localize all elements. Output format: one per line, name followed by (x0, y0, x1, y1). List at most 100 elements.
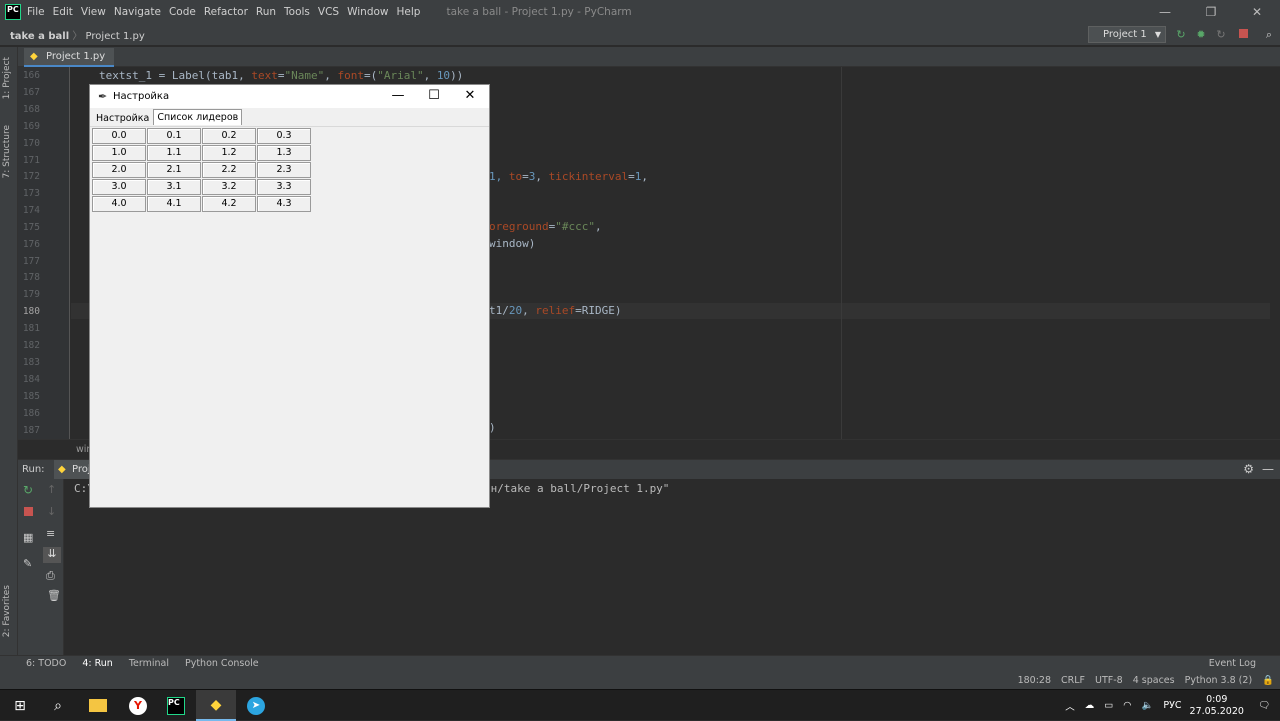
start-button[interactable]: ⊞ (0, 690, 40, 721)
menu-run[interactable]: Run (256, 6, 276, 18)
pycharm-icon: PC (167, 696, 185, 715)
line-number: 185 (22, 391, 40, 402)
menu-help[interactable]: Help (397, 6, 421, 18)
taskbar-telegram[interactable]: ➤ (236, 690, 276, 721)
restore-button[interactable]: ❐ (1188, 0, 1234, 24)
breadcrumb-file[interactable]: Project 1.py (86, 31, 145, 42)
folder-icon (89, 699, 107, 712)
tk-close-button[interactable]: ✕ (452, 85, 488, 108)
down-arrow-icon[interactable]: ↓ (47, 505, 56, 518)
up-arrow-icon[interactable]: ↑ (47, 483, 56, 496)
tab-label: Project 1.py (46, 51, 106, 62)
tab-settings[interactable]: Настройка (92, 110, 153, 125)
run-config-dropdown[interactable]: Project 1 ▼ (1088, 26, 1166, 43)
debug-icon[interactable]: ✹ (1194, 28, 1208, 42)
grid-cell: 4.2 (202, 196, 256, 212)
python-icon: ◆ (58, 464, 66, 475)
grid-cell: 0.3 (257, 128, 311, 144)
chevron-down-icon: ▼ (1154, 30, 1161, 39)
todo-tool-button[interactable]: 6: TODO (26, 658, 66, 669)
grid-cell: 3.3 (257, 179, 311, 195)
volume-icon[interactable]: 🔈 (1142, 700, 1154, 711)
menu-window[interactable]: Window (347, 6, 388, 18)
interpreter[interactable]: Python 3.8 (2) (1185, 675, 1253, 686)
caret-position[interactable]: 180:28 (1018, 675, 1051, 686)
menu-edit[interactable]: Edit (53, 6, 73, 18)
ide-title-bar: PC File Edit View Navigate Code Refactor… (0, 0, 1280, 24)
trash-icon[interactable]: 🗑 (47, 589, 61, 602)
gear-icon[interactable]: ⚙ (1243, 462, 1254, 476)
pin-icon[interactable]: ✎ (23, 557, 32, 570)
taskbar-yandex[interactable]: Y (118, 690, 158, 721)
python-icon: ◆ (210, 696, 222, 713)
indent-setting[interactable]: 4 spaces (1133, 675, 1175, 686)
rerun-icon[interactable]: ↻ (1174, 28, 1188, 42)
line-number: 166 (22, 70, 40, 81)
status-bar: 6: TODO 4: Run Terminal Python Console E… (0, 655, 1280, 689)
taskbar-search[interactable]: ⌕ (38, 690, 78, 721)
print-icon[interactable]: ⎙ (46, 569, 55, 583)
right-margin-guide (841, 67, 842, 439)
menu-tools[interactable]: Tools (284, 6, 310, 18)
minimize-button[interactable]: — (1142, 0, 1188, 24)
stop-icon[interactable] (24, 507, 33, 516)
line-number: 179 (22, 289, 40, 300)
line-number: 172 (22, 171, 40, 182)
tab-leaderboard[interactable]: Список лидеров (153, 109, 243, 125)
editor-tab-bar: ◆ Project 1.py (18, 47, 1280, 67)
event-log-button[interactable]: Event Log (1209, 658, 1256, 669)
language-indicator[interactable]: РУС (1163, 700, 1181, 711)
line-number: 186 (22, 408, 40, 419)
network-icon[interactable]: ▭ (1104, 700, 1113, 711)
notifications-icon[interactable]: 🗨 (1258, 700, 1270, 711)
windows-logo-icon: ⊞ (14, 697, 26, 714)
menu-file[interactable]: File (27, 6, 45, 18)
python-console-tool-button[interactable]: Python Console (185, 658, 259, 669)
line-separator[interactable]: CRLF (1061, 675, 1085, 686)
menu-code[interactable]: Code (169, 6, 196, 18)
breadcrumb-project[interactable]: take a ball (10, 31, 69, 42)
cloud-icon[interactable]: ☁ (1085, 700, 1095, 711)
hide-panel-icon[interactable]: — (1262, 462, 1274, 476)
wifi-icon[interactable]: ◠ (1123, 700, 1131, 711)
taskbar-python[interactable]: ◆ (196, 690, 236, 721)
taskbar-pycharm[interactable]: PC (156, 690, 196, 721)
clock-time: 0:09 (1206, 693, 1228, 705)
line-number: 181 (22, 323, 40, 334)
grid-cell: 0.2 (202, 128, 256, 144)
project-tool-button[interactable]: 1: Project (2, 57, 12, 99)
soft-wrap-icon[interactable]: ≡ (46, 527, 55, 540)
grid-cell: 1.3 (257, 145, 311, 161)
tk-maximize-button[interactable]: ☐ (416, 85, 452, 108)
close-button[interactable]: ✕ (1234, 0, 1280, 24)
line-number: 177 (22, 256, 40, 267)
scroll-to-end-icon[interactable]: ⇊ (43, 547, 61, 563)
editor-scrollbar[interactable] (1270, 67, 1280, 439)
clock[interactable]: 0:09 27.05.2020 (1190, 694, 1244, 718)
code-line-176: window) (489, 237, 536, 250)
menu-refactor[interactable]: Refactor (204, 6, 248, 18)
lock-icon[interactable]: 🔒 (1262, 675, 1274, 686)
chevron-up-icon[interactable]: ︿ (1065, 699, 1075, 713)
menu-vcs[interactable]: VCS (318, 6, 339, 18)
menu-navigate[interactable]: Navigate (114, 6, 161, 18)
rerun-icon[interactable]: ↻ (23, 483, 33, 497)
feather-icon: ✒ (98, 90, 108, 103)
coverage-icon[interactable]: ↻ (1214, 28, 1228, 42)
structure-tool-button[interactable]: 7: Structure (2, 125, 12, 179)
favorites-tool-button[interactable]: 2: Favorites (2, 585, 12, 637)
tk-title-bar: ✒ Настройка — ☐ ✕ (90, 85, 489, 108)
line-number: 167 (22, 87, 40, 98)
clock-date: 27.05.2020 (1189, 705, 1244, 717)
file-encoding[interactable]: UTF-8 (1095, 675, 1123, 686)
run-tool-button[interactable]: 4: Run (82, 658, 112, 669)
terminal-tool-button[interactable]: Terminal (129, 658, 169, 669)
search-icon[interactable]: ⌕ (1262, 28, 1276, 42)
stop-icon[interactable] (1236, 28, 1250, 42)
tab-project-1-py[interactable]: ◆ Project 1.py (24, 48, 114, 67)
tk-minimize-button[interactable]: — (380, 85, 416, 108)
layout-icon[interactable]: ▦ (23, 531, 33, 544)
menu-view[interactable]: View (81, 6, 106, 18)
grid-cell: 2.2 (202, 162, 256, 178)
taskbar-explorer[interactable] (78, 690, 118, 721)
